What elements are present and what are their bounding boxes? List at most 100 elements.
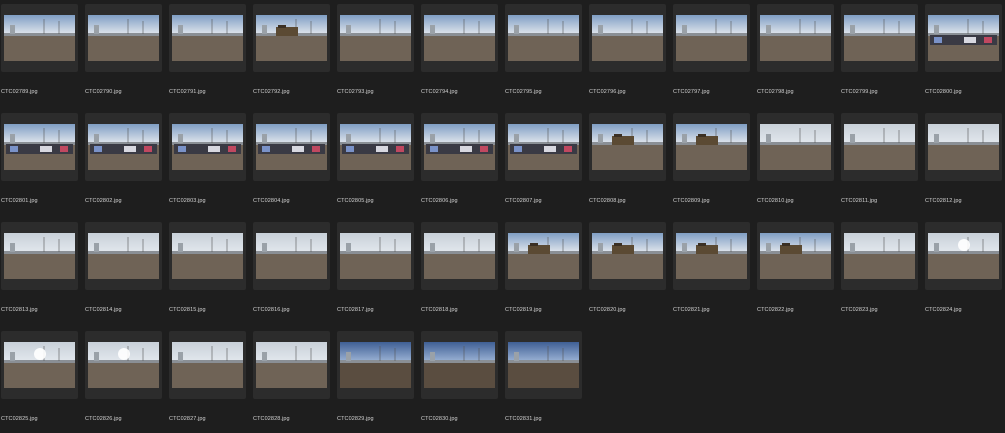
thumbnail-tile[interactable] [925,222,1002,290]
thumbnail-image[interactable] [340,342,411,388]
thumbnail-tile[interactable] [337,222,414,290]
thumbnail-tile[interactable] [757,222,834,290]
thumbnail-image[interactable] [172,15,243,61]
file-item[interactable]: CTC02806.jpg [421,113,505,215]
file-item[interactable]: CTC02826.jpg [85,331,169,433]
thumbnail-image[interactable] [256,15,327,61]
thumbnail-tile[interactable] [85,4,162,72]
thumbnail-image[interactable] [760,124,831,170]
thumbnail-tile[interactable] [1,113,78,181]
thumbnail-image[interactable] [4,342,75,388]
thumbnail-tile[interactable] [421,113,498,181]
thumbnail-image[interactable] [88,124,159,170]
thumbnail-image[interactable] [256,342,327,388]
file-item[interactable]: CTC02802.jpg [85,113,169,215]
file-item[interactable]: CTC02815.jpg [169,222,253,324]
thumbnail-tile[interactable] [673,4,750,72]
thumbnail-tile[interactable] [589,113,666,181]
file-item[interactable]: CTC02800.jpg [925,4,1005,106]
file-item[interactable]: CTC02814.jpg [85,222,169,324]
thumbnail-tile[interactable] [925,113,1002,181]
file-item[interactable]: CTC02795.jpg [505,4,589,106]
thumbnail-tile[interactable] [253,4,330,72]
thumbnail-tile[interactable] [925,4,1002,72]
file-item[interactable]: CTC02798.jpg [757,4,841,106]
file-item[interactable]: CTC02830.jpg [421,331,505,433]
thumbnail-tile[interactable] [169,331,246,399]
thumbnail-image[interactable] [760,233,831,279]
thumbnail-tile[interactable] [841,222,918,290]
thumbnail-tile[interactable] [85,222,162,290]
file-item[interactable]: CTC02827.jpg [169,331,253,433]
file-item[interactable]: CTC02829.jpg [337,331,421,433]
file-item[interactable]: CTC02793.jpg [337,4,421,106]
thumbnail-tile[interactable] [505,113,582,181]
file-item[interactable]: CTC02799.jpg [841,4,925,106]
file-item[interactable]: CTC02808.jpg [589,113,673,215]
file-item[interactable]: CTC02818.jpg [421,222,505,324]
thumbnail-image[interactable] [4,124,75,170]
file-item[interactable]: CTC02824.jpg [925,222,1005,324]
thumbnail-image[interactable] [340,15,411,61]
thumbnail-image[interactable] [592,15,663,61]
file-item[interactable]: CTC02816.jpg [253,222,337,324]
thumbnail-image[interactable] [340,233,411,279]
thumbnail-tile[interactable] [337,331,414,399]
file-item[interactable]: CTC02792.jpg [253,4,337,106]
thumbnail-image[interactable] [508,124,579,170]
file-item[interactable]: CTC02807.jpg [505,113,589,215]
file-item[interactable]: CTC02831.jpg [505,331,589,433]
file-item[interactable]: CTC02819.jpg [505,222,589,324]
thumbnail-tile[interactable] [841,113,918,181]
file-item[interactable]: CTC02810.jpg [757,113,841,215]
thumbnail-image[interactable] [928,233,999,279]
thumbnail-image[interactable] [88,342,159,388]
thumbnail-tile[interactable] [1,331,78,399]
thumbnail-tile[interactable] [757,113,834,181]
file-item[interactable]: CTC02804.jpg [253,113,337,215]
thumbnail-tile[interactable] [85,331,162,399]
file-item[interactable]: CTC02801.jpg [1,113,85,215]
thumbnail-tile[interactable] [169,222,246,290]
thumbnail-image[interactable] [844,15,915,61]
thumbnail-image[interactable] [676,233,747,279]
thumbnail-tile[interactable] [589,4,666,72]
thumbnail-image[interactable] [424,233,495,279]
thumbnail-tile[interactable] [421,331,498,399]
thumbnail-tile[interactable] [505,222,582,290]
file-item[interactable]: CTC02797.jpg [673,4,757,106]
thumbnail-image[interactable] [508,15,579,61]
thumbnail-image[interactable] [4,233,75,279]
thumbnail-image[interactable] [676,124,747,170]
thumbnail-image[interactable] [844,124,915,170]
file-item[interactable]: CTC02820.jpg [589,222,673,324]
file-item[interactable]: CTC02828.jpg [253,331,337,433]
file-item[interactable]: CTC02825.jpg [1,331,85,433]
thumbnail-tile[interactable] [421,4,498,72]
thumbnail-tile[interactable] [85,113,162,181]
file-item[interactable]: CTC02790.jpg [85,4,169,106]
file-item[interactable]: CTC02811.jpg [841,113,925,215]
thumbnail-tile[interactable] [337,4,414,72]
thumbnail-tile[interactable] [505,4,582,72]
file-item[interactable]: CTC02791.jpg [169,4,253,106]
file-item[interactable]: CTC02813.jpg [1,222,85,324]
file-item[interactable]: CTC02821.jpg [673,222,757,324]
thumbnail-image[interactable] [676,15,747,61]
file-item[interactable]: CTC02803.jpg [169,113,253,215]
file-item[interactable]: CTC02817.jpg [337,222,421,324]
thumbnail-image[interactable] [172,342,243,388]
thumbnail-tile[interactable] [337,113,414,181]
thumbnail-image[interactable] [424,15,495,61]
thumbnail-image[interactable] [592,124,663,170]
thumbnail-tile[interactable] [253,331,330,399]
thumbnail-tile[interactable] [169,113,246,181]
thumbnail-image[interactable] [88,233,159,279]
thumbnail-image[interactable] [928,124,999,170]
thumbnail-tile[interactable] [253,113,330,181]
thumbnail-image[interactable] [592,233,663,279]
thumbnail-tile[interactable] [1,222,78,290]
file-item[interactable]: CTC02822.jpg [757,222,841,324]
thumbnail-image[interactable] [340,124,411,170]
thumbnail-image[interactable] [928,15,999,61]
